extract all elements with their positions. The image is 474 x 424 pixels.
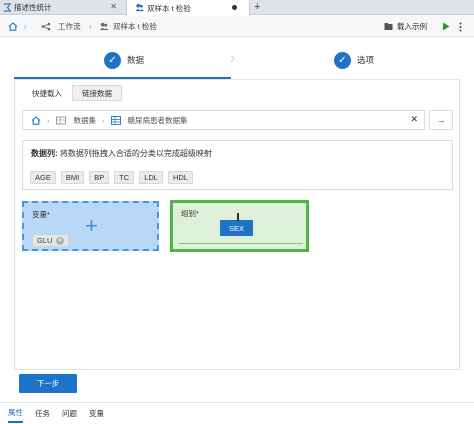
check-circle-icon: ✓ xyxy=(334,51,351,69)
breadcrumb-datasets[interactable]: 数据集 xyxy=(74,115,97,126)
table-icon xyxy=(110,115,121,125)
variable-chip-bp[interactable]: BP xyxy=(89,171,110,184)
variable-chip-list: AGE BMI BP TC LDL HDL xyxy=(30,171,198,184)
tab-label: 双样本 t 检验 xyxy=(147,3,191,13)
variable-chip-bmi[interactable]: BMI xyxy=(60,171,85,184)
tab-variables[interactable]: 变量 xyxy=(89,403,104,423)
variable-drop-zone-label: 变量* xyxy=(32,210,50,219)
step-label: 数据 xyxy=(127,55,145,65)
toolbar: › 工作流 › 双样本 t 检验 载入示例 xyxy=(0,16,474,37)
variable-chip-age[interactable]: AGE xyxy=(30,171,56,184)
arrow-right-icon: → xyxy=(436,115,446,125)
navigate-arrow-button[interactable]: → xyxy=(429,110,453,130)
tab-properties[interactable]: 属性 xyxy=(8,403,23,423)
variable-pool-title-label: 数据列: xyxy=(31,149,58,158)
step-label: 选项 xyxy=(357,55,375,65)
users-icon xyxy=(135,3,144,12)
breadcrumb-separator: › xyxy=(89,22,92,31)
tab-quick-load[interactable]: 快捷载入 xyxy=(22,85,72,101)
play-icon xyxy=(443,22,450,31)
step-bar: ✓ 数据 › ✓ 选项 xyxy=(14,42,460,80)
dataset-breadcrumb: › 数据集 › 糖尿病患者数据集 ✕ xyxy=(22,110,425,130)
tab-tasks[interactable]: 任务 xyxy=(35,403,50,423)
next-step-button[interactable]: 下一步 xyxy=(19,374,77,393)
check-circle-icon: ✓ xyxy=(104,51,121,69)
step-data[interactable]: ✓ 数据 xyxy=(104,42,144,78)
breadcrumb-current: 双样本 t 检验 xyxy=(113,22,157,31)
bottom-tab-bar: 属性 任务 问题 变量 xyxy=(0,402,474,424)
assigned-variable-chip[interactable]: GLU ✕ xyxy=(32,234,70,247)
import-example-button[interactable]: 载入示例 xyxy=(384,16,427,37)
dataset-folder-icon xyxy=(55,116,66,125)
stats-icon xyxy=(3,3,12,12)
add-tab-icon[interactable]: + xyxy=(254,0,260,14)
run-button[interactable] xyxy=(442,16,450,37)
plus-icon: + xyxy=(85,213,98,238)
step-options[interactable]: ✓ 选项 xyxy=(334,42,374,78)
variable-pool: 数据列: 将数据列拖拽入合适的分类以完成超级映射 AGE BMI BP TC L… xyxy=(22,140,453,190)
variable-chip-hdl[interactable]: HDL xyxy=(167,171,193,184)
variable-drop-zone[interactable]: 变量* + GLU ✕ xyxy=(22,201,159,251)
folder-icon xyxy=(384,23,393,30)
variable-chip-tc[interactable]: TC xyxy=(114,171,135,184)
breadcrumb-separator: › xyxy=(47,115,50,125)
home-icon[interactable] xyxy=(8,16,18,37)
variable-pool-title: 数据列: 将数据列拖拽入合适的分类以完成超级映射 xyxy=(31,148,212,159)
tab-label: 描述性统计 xyxy=(14,3,52,12)
more-icon[interactable] xyxy=(459,16,462,37)
clear-icon[interactable]: ✕ xyxy=(410,114,418,125)
variable-pool-title-hint: 将数据列拖拽入合适的分类以完成超级映射 xyxy=(59,149,212,158)
text-cursor-icon xyxy=(237,213,239,221)
subtab-bar: 快捷载入 链接数据 xyxy=(22,85,122,101)
tab-descriptive-stats[interactable]: 描述性统计 ✕ xyxy=(0,0,125,15)
breadcrumb-dataset-name: 糖尿病患者数据集 xyxy=(127,115,188,125)
dragging-variable-chip[interactable]: SEX xyxy=(220,220,253,236)
variable-chip-ldl[interactable]: LDL xyxy=(139,171,163,184)
workflow-icon xyxy=(41,16,51,37)
close-icon[interactable]: ✕ xyxy=(110,2,117,11)
breadcrumb-separator: › xyxy=(24,22,27,31)
group-drop-zone-label: 组别* xyxy=(181,209,199,218)
drop-target-line xyxy=(179,243,303,244)
active-step-indicator xyxy=(14,77,231,79)
tab-link-data[interactable]: 链接数据 xyxy=(72,85,122,101)
assigned-variable-label: GLU xyxy=(37,236,53,245)
users-icon xyxy=(99,16,109,37)
tab-problems[interactable]: 问题 xyxy=(62,403,77,423)
breadcrumb-separator: › xyxy=(102,115,105,125)
remove-icon[interactable]: ✕ xyxy=(56,236,65,245)
tab-bar: 描述性统计 ✕ 双样本 t 检验 + xyxy=(0,0,474,16)
chevron-right-icon: › xyxy=(230,50,236,67)
tab-two-sample-t-test[interactable]: 双样本 t 检验 xyxy=(126,0,250,16)
unsaved-dot-icon[interactable] xyxy=(232,5,237,10)
import-example-label: 载入示例 xyxy=(397,22,427,31)
home-icon[interactable] xyxy=(31,115,41,125)
breadcrumb-workflow[interactable]: 工作流 xyxy=(58,16,81,37)
